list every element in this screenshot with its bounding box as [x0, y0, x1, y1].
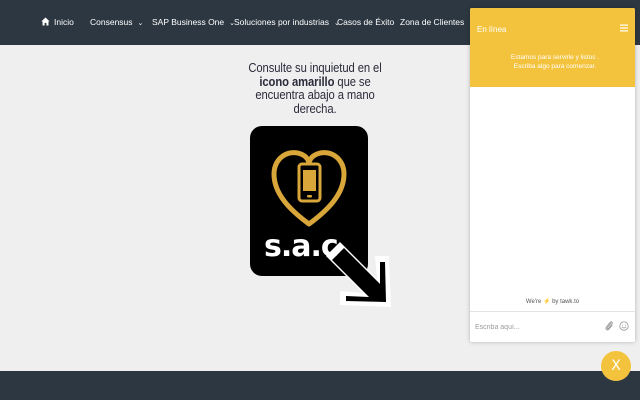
sac-logo-graphic	[250, 126, 391, 307]
menu-icon[interactable]	[620, 24, 628, 32]
nav-label: Consensus	[90, 17, 133, 27]
nav-item-sap-business-one[interactable]: SAP Business One ⌄	[152, 17, 235, 29]
chat-welcome-line: Escriba algo para comenzar.	[513, 62, 597, 70]
nav-label: SAP Business One	[152, 17, 225, 27]
bolt-icon: ⚡	[542, 299, 551, 305]
instruction-pre: Consulte su inquietud en el	[248, 61, 382, 75]
chat-header: En línea Estamos para servirle y listos …	[470, 8, 635, 87]
nav-label: Zona de Clientes	[400, 17, 465, 27]
sac-logo-text: s.a.c	[264, 229, 339, 264]
phone-icon	[297, 162, 322, 203]
chat-widget-panel: En línea Estamos para servirle y listos …	[470, 8, 635, 342]
brand-post: by tawk.to	[552, 299, 580, 305]
instruction-bold: icono amarillo	[259, 74, 335, 89]
emoji-icon[interactable]	[619, 321, 629, 331]
nav-label: Casos de Éxito	[337, 17, 395, 27]
nav-item-casos-de-exito[interactable]: Casos de Éxito	[337, 17, 394, 27]
chat-branding[interactable]: We're ⚡ by tawk.to	[470, 298, 635, 305]
nav-item-soluciones[interactable]: Soluciones por industrias ⌄	[234, 17, 340, 29]
chat-welcome-message: Estamos para servirle y listos . Escriba…	[480, 54, 630, 71]
nav-label: Inicio	[54, 17, 74, 27]
chevron-down-icon: ⌄	[137, 20, 144, 27]
chat-close-button[interactable]: X	[601, 351, 631, 381]
nav-item-consensus[interactable]: Consensus ⌄	[90, 17, 143, 29]
paperclip-icon[interactable]	[604, 320, 614, 332]
nav-item-inicio[interactable]: Inicio	[41, 17, 74, 27]
instruction-text: Consulte su inquietud en el icono amaril…	[243, 61, 387, 116]
chat-message-input[interactable]	[475, 321, 595, 333]
chat-status: En línea	[477, 25, 507, 34]
nav-label: Soluciones por industrias	[234, 17, 329, 27]
chat-welcome-line: Estamos para servirle y listos .	[510, 54, 600, 61]
footer-bar	[0, 371, 640, 400]
brand-pre: We're	[525, 299, 542, 305]
chat-divider	[470, 311, 635, 312]
nav-item-zona-de-clientes[interactable]: Zona de Clientes⌄	[400, 17, 475, 29]
home-icon	[41, 17, 50, 26]
